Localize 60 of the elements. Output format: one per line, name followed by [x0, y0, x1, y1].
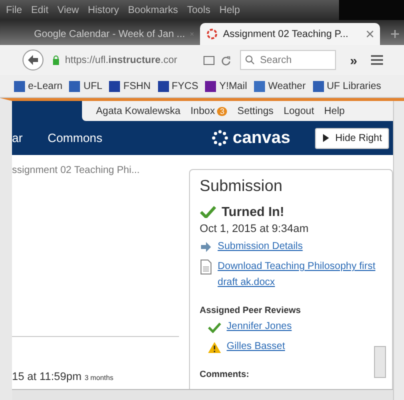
dark-panel	[338, 0, 404, 20]
browser-tab[interactable]: Google Calendar - Week of Jan ...	[28, 23, 200, 45]
check-icon	[208, 322, 221, 332]
menu-item[interactable]: View	[57, 4, 79, 16]
bookmark[interactable]: UF Libraries	[312, 80, 382, 92]
bookmark[interactable]: Weather	[254, 80, 306, 92]
peer-review-link[interactable]: Gilles Basset	[226, 339, 286, 355]
menu-item[interactable]: Tools	[187, 4, 210, 16]
search-icon	[245, 55, 255, 65]
menu-item[interactable]: Bookmarks	[128, 4, 178, 16]
submission-details-link[interactable]: Submission Details	[218, 239, 303, 255]
peer-review-link[interactable]: Jennifer Jones	[226, 319, 292, 335]
section-heading: Assigned Peer Reviews	[200, 305, 302, 315]
breadcrumb[interactable]: ssignment 02 Teaching Phi...	[12, 165, 179, 176]
bookmark[interactable]: e-Learn	[14, 80, 62, 92]
menu-item[interactable]: History	[88, 4, 119, 16]
panel-title: Submission	[200, 178, 284, 196]
menu-item[interactable]: Edit	[31, 4, 48, 16]
nav-link[interactable]: ar	[12, 131, 23, 145]
address-bar[interactable]: https://ufl.instructure.cor	[48, 50, 236, 70]
ring-icon	[206, 28, 218, 40]
menu-item[interactable]: Help	[219, 4, 240, 16]
search-field[interactable]: Search	[240, 50, 336, 70]
new-tab-icon[interactable]	[390, 29, 400, 39]
user-menu-link[interactable]: Inbox	[190, 106, 215, 116]
lock-icon	[52, 55, 60, 65]
logo-text: canvas	[232, 128, 290, 148]
warning-icon	[208, 342, 221, 352]
vertical-scrollbar[interactable]	[393, 101, 404, 400]
check-icon	[200, 206, 216, 218]
back-icon[interactable]	[22, 49, 44, 71]
arrow-icon	[200, 241, 212, 253]
status-text: Turned In!	[222, 204, 284, 219]
close-icon[interactable]	[366, 30, 374, 38]
user-menu-link[interactable]: Help	[324, 106, 345, 116]
scrollbar[interactable]	[374, 346, 386, 378]
logo-icon	[210, 129, 229, 147]
nav-link[interactable]: Commons	[48, 131, 102, 145]
comments-label: Comments:	[200, 369, 250, 379]
inbox-count: 3	[216, 106, 228, 116]
user-menu-link[interactable]: Settings	[237, 106, 274, 116]
bookmark[interactable]: FSHN	[109, 80, 151, 92]
reader-icon[interactable]	[203, 54, 215, 66]
play-icon	[322, 134, 330, 142]
overflow-button[interactable]: »	[350, 52, 358, 68]
user-menu-link[interactable]: Logout	[284, 106, 314, 116]
reload-icon[interactable]	[220, 54, 232, 66]
download-link[interactable]: Download Teaching Philosophy first draft ak.docx	[218, 259, 382, 291]
menu-item[interactable]: File	[6, 4, 22, 16]
bookmark[interactable]: FYCS	[158, 80, 198, 92]
bookmark[interactable]: UFL	[69, 80, 102, 92]
horizontal-scrollbar[interactable]	[12, 389, 393, 400]
menu-icon[interactable]	[371, 55, 384, 65]
hide-right-button[interactable]: Hide Right	[315, 128, 389, 148]
bookmark[interactable]: Y!Mail	[205, 80, 248, 92]
document-icon	[200, 259, 212, 275]
browser-tab[interactable]: Assignment 02 Teaching P...	[200, 23, 380, 45]
user-menu-link[interactable]: Agata Kowalewska	[96, 106, 180, 116]
due-date: 15 at 11:59pm	[12, 371, 82, 383]
submission-date: Oct 1, 2015 at 9:34am	[200, 223, 310, 235]
